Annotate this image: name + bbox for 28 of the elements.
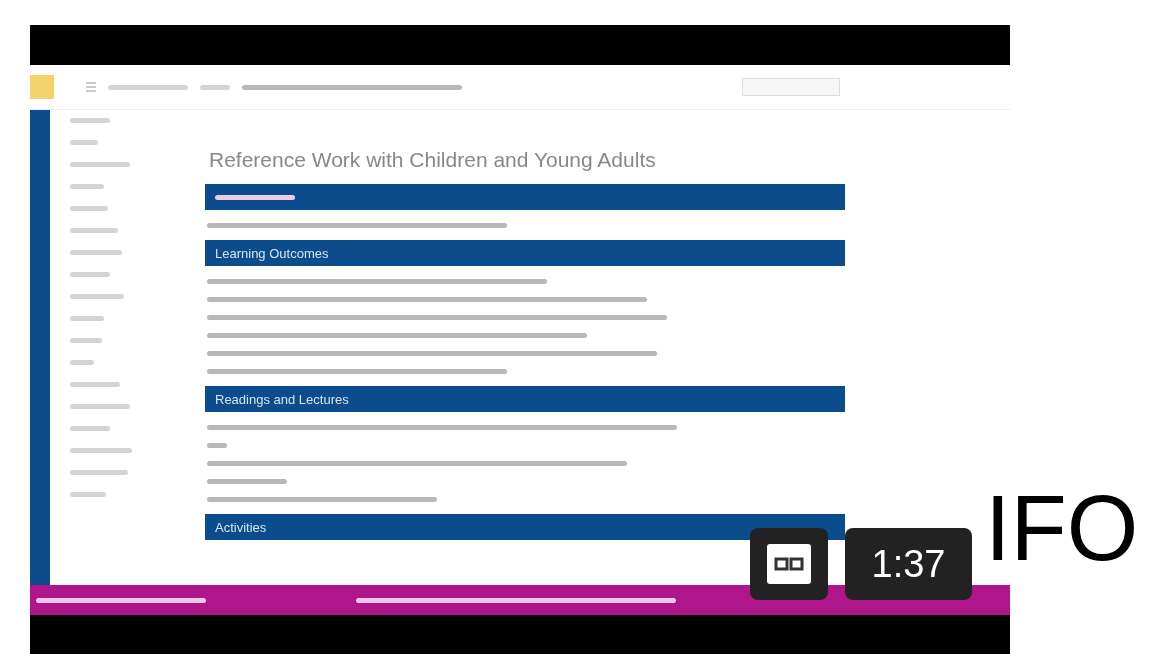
blurred-text [70, 272, 110, 277]
blurred-text [70, 162, 130, 167]
page-title: Reference Work with Children and Young Adults [208, 147, 657, 173]
blurred-text [70, 382, 120, 387]
blurred-text [70, 118, 110, 123]
section-header: Learning Outcomes [205, 240, 845, 266]
blurred-text [70, 316, 104, 321]
blurred-text [70, 404, 130, 409]
menu-icon [86, 82, 96, 92]
section-header: Activities [205, 514, 845, 540]
side-text: IFO [985, 478, 1139, 580]
blurred-text [70, 338, 102, 343]
blurred-text [70, 492, 106, 497]
blurred-text [70, 426, 110, 431]
blurred-text [70, 294, 124, 299]
blurred-text [70, 360, 94, 365]
blurred-text [70, 250, 122, 255]
logo-icon [30, 75, 54, 99]
section-header: Readings and Lectures [205, 386, 845, 412]
blurred-text [70, 470, 128, 475]
blurred-text [70, 206, 108, 211]
blurred-text [70, 228, 118, 233]
video-duration: 1:37 [845, 528, 972, 600]
blurred-text [70, 184, 104, 189]
blurred-text [70, 140, 98, 145]
blurred-text [70, 448, 132, 453]
blurred-text [207, 443, 227, 448]
blurred-text [200, 84, 230, 90]
